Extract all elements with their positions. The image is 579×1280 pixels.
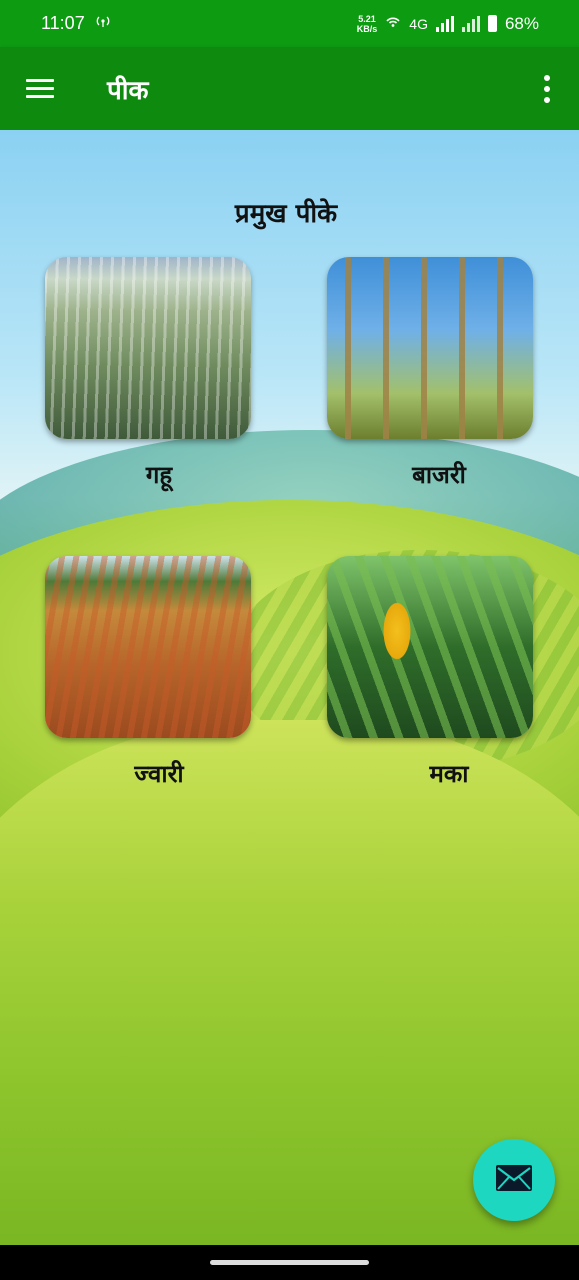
battery-percent: 68% [504,13,539,33]
hotspot-icon [95,13,111,34]
status-time: 11:07 [41,13,85,33]
more-vert-icon[interactable] [537,75,557,103]
battery-icon [487,15,497,32]
crop-label-bajra[interactable]: बाजरी [336,458,542,491]
home-gesture-pill[interactable] [210,1260,369,1265]
crop-label-wheat[interactable]: गहू [56,458,262,491]
main-content: प्रमुख पीके गहू बाजरी ज्वारी मका [0,130,579,1245]
crop-card-jowar[interactable] [45,556,251,738]
mail-icon [495,1164,533,1196]
status-left: 11:07 [41,13,111,34]
system-nav-bar [0,1245,579,1280]
crop-card-wheat[interactable] [45,257,251,439]
hamburger-menu-icon[interactable] [26,79,56,99]
crop-card-bajra[interactable] [327,257,533,439]
crop-card-maka[interactable] [327,556,533,738]
app-bar: पीक [0,47,579,130]
signal-icon [435,15,454,32]
app-title: पीक [107,76,149,106]
signal-icon-2 [461,15,480,32]
net-speed: 5.21 KB/s [357,14,378,34]
net-speed-value: 5.21 [358,13,376,24]
status-right: 5.21 KB/s 4G 68% [357,13,539,34]
status-bar: 11:07 5.21 KB/s 4G 68% [0,0,579,47]
mail-fab-button[interactable] [473,1139,555,1221]
crop-label-jowar[interactable]: ज्वारी [56,757,262,790]
net-speed-unit: KB/s [356,23,378,34]
section-title: प्रमुख पीके [234,199,338,229]
wifi-icon [385,13,401,34]
network-type: 4G [409,15,428,32]
crop-label-maka[interactable]: मका [346,757,552,790]
